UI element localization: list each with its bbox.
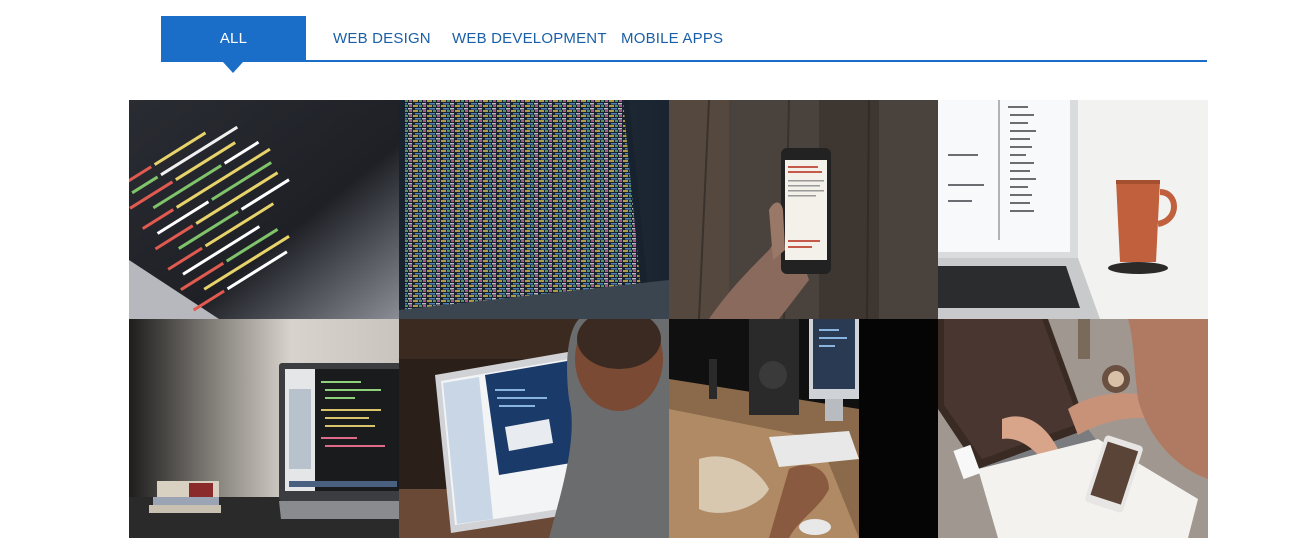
filter-tab-mobile-apps[interactable]: MOBILE APPS <box>621 16 723 60</box>
filter-tab-label: MOBILE APPS <box>621 30 724 47</box>
gallery-item-laptop-code[interactable] <box>399 100 669 319</box>
laptop-code-screen-photo <box>399 100 669 319</box>
laptop-with-coffee-mug-photo <box>938 100 1208 319</box>
filter-tab-label: WEB DESIGN <box>333 30 431 47</box>
developer-at-laptop-photo <box>399 319 669 538</box>
hand-holding-phone-photo <box>669 100 938 319</box>
active-tab-caret-icon <box>223 62 243 73</box>
gallery-item-typing-laptop[interactable] <box>938 319 1208 538</box>
typing-on-laptop-photo <box>938 319 1208 538</box>
portfolio-section: ALL WEB DESIGN WEB DEVELOPMENT MOBILE AP… <box>0 0 1308 555</box>
filter-tab-web-development[interactable]: WEB DEVELOPMENT <box>452 16 607 60</box>
filter-tab-label: WEB DEVELOPMENT <box>452 30 607 47</box>
code-editor-closeup-photo <box>129 100 399 319</box>
portfolio-filter-bar: ALL WEB DESIGN WEB DEVELOPMENT MOBILE AP… <box>161 16 1207 73</box>
filter-tab-all[interactable]: ALL <box>161 16 306 73</box>
gallery-item-code-closeup[interactable] <box>129 100 399 319</box>
filter-tab-label: ALL <box>219 30 248 47</box>
laptop-on-desk-photo <box>129 319 399 538</box>
portfolio-gallery-grid <box>129 100 1208 538</box>
gallery-item-desk-imac[interactable] <box>669 319 938 538</box>
filter-tab-web-design[interactable]: WEB DESIGN <box>333 16 431 60</box>
gallery-item-developer-laptop[interactable] <box>399 319 669 538</box>
gallery-item-laptop-coffee[interactable] <box>938 100 1208 319</box>
gallery-item-laptop-desk[interactable] <box>129 319 399 538</box>
gallery-item-phone-hand[interactable] <box>669 100 938 319</box>
desk-with-imac-photo <box>669 319 938 538</box>
